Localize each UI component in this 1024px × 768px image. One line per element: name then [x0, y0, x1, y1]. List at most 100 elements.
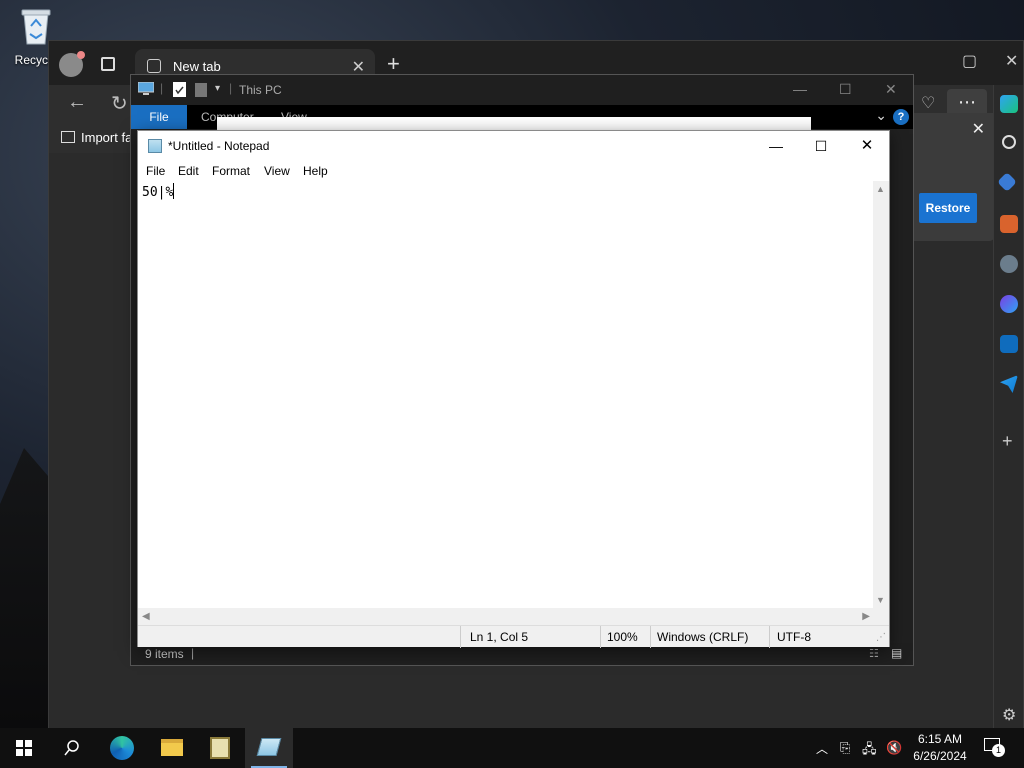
clock-time: 6:15 AM	[917, 732, 963, 746]
notification-badge: 1	[992, 744, 1005, 757]
shopping-tag-icon[interactable]	[997, 172, 1017, 192]
notepad-app-icon	[148, 139, 162, 153]
notepad-title: *Untitled - Notepad	[168, 139, 270, 153]
copilot-icon[interactable]	[1000, 95, 1018, 113]
refresh-icon[interactable]: ↻	[111, 91, 128, 116]
scroll-down-arrow-icon[interactable]: ▼	[876, 595, 885, 605]
taskbar-search-button[interactable]	[48, 728, 96, 768]
scroll-up-arrow-icon[interactable]: ▲	[876, 184, 885, 194]
restore-panel-close-icon[interactable]: ✕	[972, 119, 985, 139]
status-divider: |	[191, 646, 195, 660]
address-bar[interactable]	[217, 117, 811, 131]
network-icon[interactable]: 🖧	[862, 740, 877, 762]
quick-access-dropdown-icon[interactable]: ▾	[215, 83, 220, 94]
help-question-icon[interactable]: ?	[893, 109, 909, 125]
browser-essentials-icon[interactable]: ♡	[921, 93, 935, 113]
ribbon-expand-chevron-icon[interactable]: ⌄	[875, 107, 887, 124]
folder-import-icon	[61, 131, 75, 143]
meet-now-icon[interactable]: ⎘	[840, 740, 850, 756]
menu-file[interactable]: File	[146, 164, 165, 178]
search-icon[interactable]	[1002, 135, 1016, 149]
tab-page-icon	[147, 59, 161, 73]
status-separator	[600, 626, 601, 648]
notepad-close-icon[interactable]: ✕	[845, 135, 889, 159]
notepad-status-bar: Ln 1, Col 5 100% Windows (CRLF) UTF-8 ⋰	[138, 625, 889, 648]
explorer-title: This PC	[239, 83, 282, 97]
large-icons-view-icon[interactable]: ▤	[891, 646, 902, 660]
windows-logo-icon	[16, 740, 32, 756]
restore-button[interactable]: Restore	[919, 193, 977, 223]
folder-icon	[161, 739, 183, 756]
taskbar-app[interactable]	[196, 728, 244, 768]
menu-edit[interactable]: Edit	[178, 164, 199, 178]
edge-restore-icon[interactable]: ▢	[962, 51, 977, 71]
quick-access-divider: |	[160, 81, 164, 95]
notepad-minimize-icon[interactable]: —	[754, 135, 798, 159]
clock-date: 6/26/2024	[913, 749, 967, 763]
games-icon[interactable]	[1000, 255, 1018, 273]
status-separator	[769, 626, 770, 648]
import-favorites-button[interactable]: Import fa	[61, 130, 132, 145]
edge-browser-icon	[110, 736, 134, 760]
explorer-title-bar: | ▾ | This PC — ☐ ✕	[131, 75, 913, 105]
profile-avatar-icon[interactable]	[59, 51, 85, 77]
notepad-content: 50|%	[142, 185, 174, 200]
notepad-window: *Untitled - Notepad — ☐ ✕ File Edit Form…	[137, 130, 890, 648]
start-button[interactable]	[0, 728, 48, 768]
ribbon-tab-file[interactable]: File	[131, 105, 187, 129]
edge-sidebar: + ⚙	[993, 85, 1023, 729]
microsoft-365-icon[interactable]	[1000, 295, 1018, 313]
notepad-menu-bar: File Edit Format View Help	[138, 161, 889, 181]
restore-pages-panel: ✕ Restore	[913, 113, 995, 241]
taskbar-edge[interactable]	[98, 728, 146, 768]
add-sidebar-plus-icon[interactable]: +	[1002, 431, 1013, 452]
back-arrow-icon[interactable]: ←	[67, 91, 87, 114]
item-count: 9 items	[145, 647, 184, 661]
outlook-icon[interactable]	[1000, 335, 1018, 353]
line-ending: Windows (CRLF)	[657, 630, 749, 644]
menu-view[interactable]: View	[264, 164, 290, 178]
menu-format[interactable]: Format	[212, 164, 250, 178]
text-caret	[173, 183, 175, 199]
search-icon	[64, 740, 79, 756]
workspaces-icon[interactable]	[101, 57, 115, 71]
notepad-icon	[256, 738, 282, 756]
properties-checklist-icon[interactable]	[173, 82, 186, 97]
cursor-position: Ln 1, Col 5	[470, 630, 529, 644]
notepad-text-area[interactable]: 50|%	[138, 181, 874, 608]
import-favorites-label: Import fa	[81, 130, 133, 145]
document-app-icon	[210, 737, 230, 759]
send-drop-icon[interactable]	[1000, 375, 1018, 393]
details-view-icon[interactable]: ☷	[869, 647, 879, 660]
scroll-right-arrow-icon[interactable]: ▶	[862, 611, 870, 622]
menu-help[interactable]: Help	[303, 164, 328, 178]
edge-close-icon[interactable]: ✕	[1005, 51, 1018, 71]
scroll-left-arrow-icon[interactable]: ◀	[142, 611, 150, 622]
taskbar-file-explorer[interactable]	[148, 728, 196, 768]
notification-center-button[interactable]: 1	[984, 738, 1005, 757]
new-folder-icon[interactable]	[195, 83, 207, 97]
show-hidden-icons-chevron-icon[interactable]: ︿	[816, 740, 828, 757]
status-separator	[460, 626, 461, 648]
horizontal-scrollbar[interactable]: ◀ ▶	[138, 608, 874, 625]
vertical-scrollbar[interactable]: ▲ ▼	[873, 181, 889, 608]
tab-title: New tab	[173, 59, 221, 74]
title-divider: |	[229, 81, 233, 95]
taskbar-notepad[interactable]	[245, 728, 293, 768]
clock[interactable]: 6:15 AM 6/26/2024	[910, 731, 970, 765]
scrollbar-corner	[873, 608, 889, 625]
zoom-level: 100%	[607, 630, 638, 644]
explorer-minimize-icon[interactable]: —	[793, 81, 807, 97]
taskbar: ︿ ⎘ 🖧 🔇 6:15 AM 6/26/2024 1	[0, 728, 1024, 768]
notepad-maximize-icon[interactable]: ☐	[799, 135, 843, 159]
status-separator	[650, 626, 651, 648]
text-encoding: UTF-8	[777, 630, 811, 644]
notepad-title-bar: *Untitled - Notepad — ☐ ✕	[138, 131, 889, 161]
this-pc-icon	[138, 82, 154, 95]
resize-grip-icon[interactable]: ⋰	[876, 632, 886, 643]
sidebar-settings-gear-icon[interactable]: ⚙	[1002, 705, 1016, 725]
tools-briefcase-icon[interactable]	[1000, 215, 1018, 233]
explorer-maximize-icon[interactable]: ☐	[839, 81, 852, 98]
volume-muted-icon[interactable]: 🔇	[886, 740, 902, 756]
explorer-close-icon[interactable]: ✕	[885, 81, 897, 98]
